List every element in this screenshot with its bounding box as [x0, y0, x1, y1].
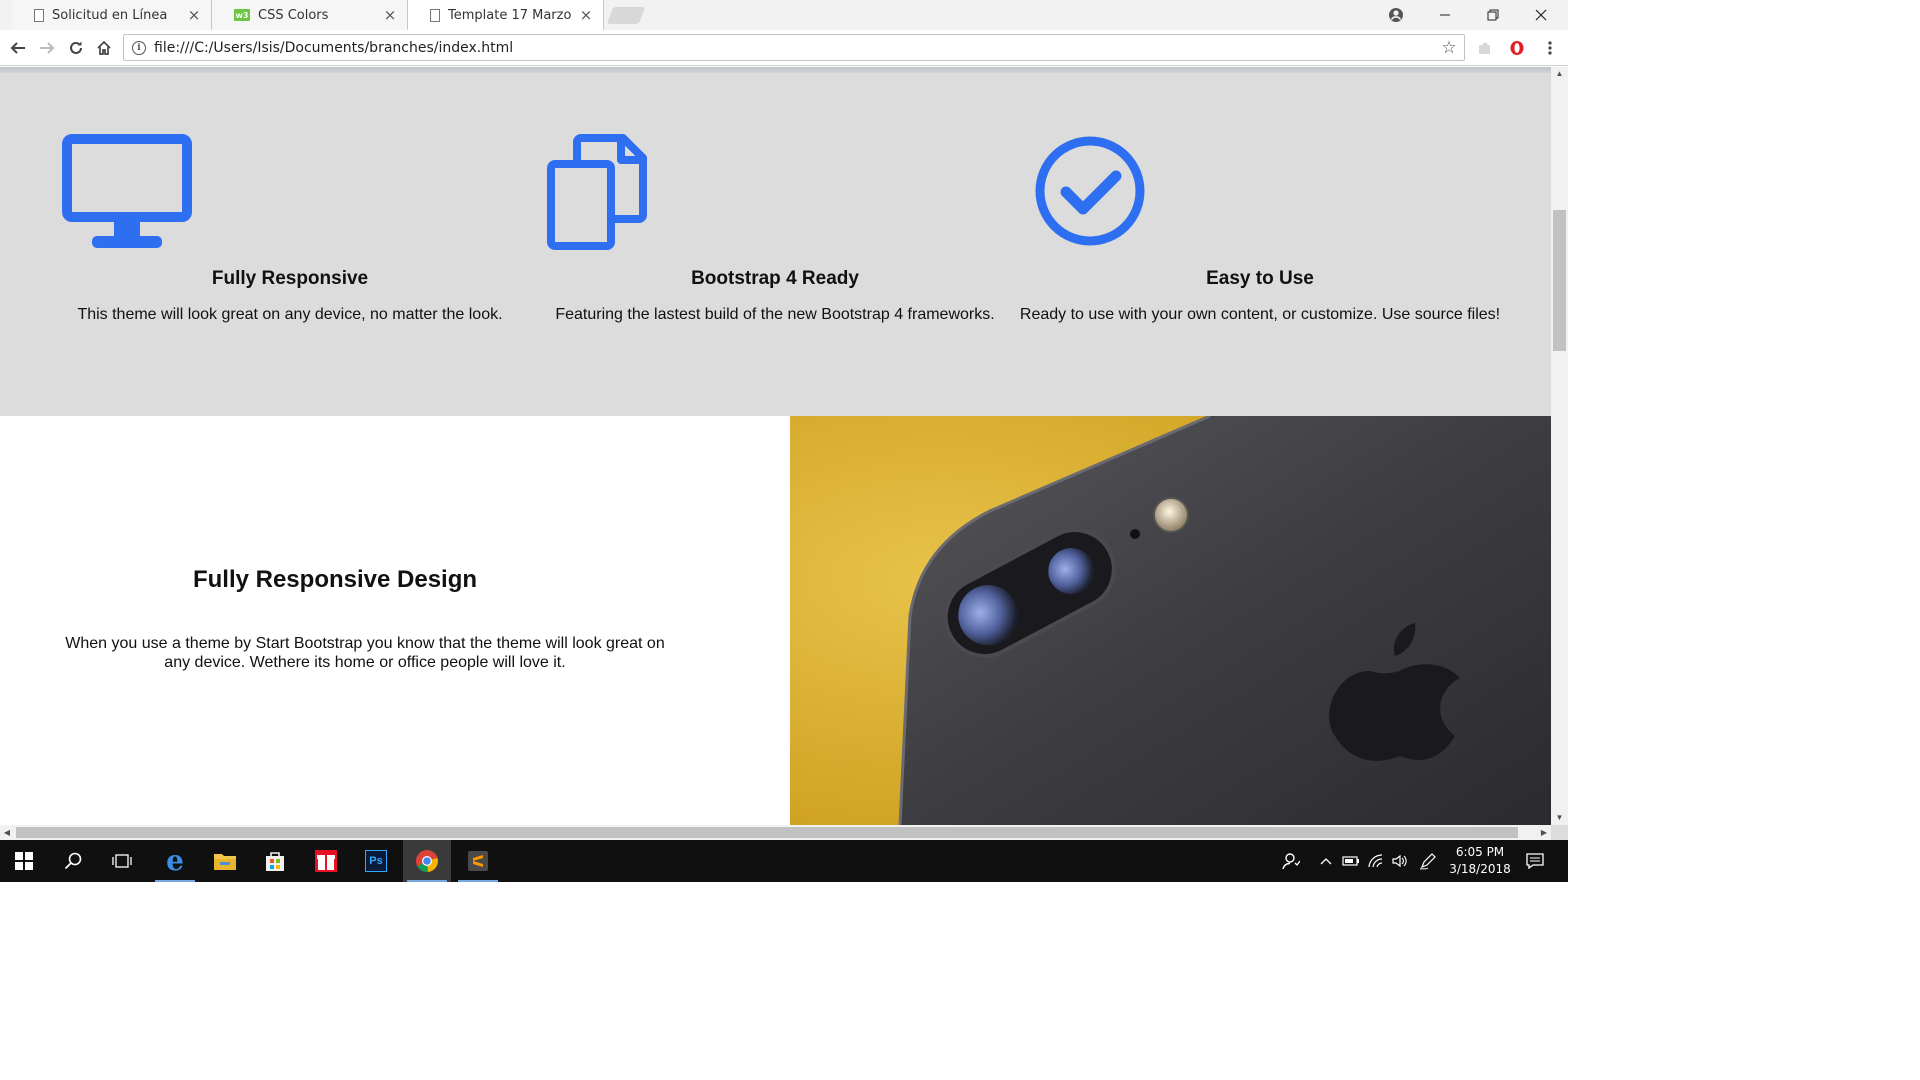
scroll-left-icon[interactable]: ◀ [0, 825, 14, 840]
site-info-icon[interactable]: i [132, 40, 146, 55]
profile-icon[interactable] [1372, 0, 1420, 30]
reload-icon[interactable] [62, 30, 90, 66]
extension-icon[interactable] [1470, 30, 1500, 66]
address-bar[interactable]: i file:///C:/Users/Isis/Documents/branch… [123, 34, 1465, 61]
desktop-icon [62, 134, 192, 248]
tab-close-icon[interactable]: × [379, 6, 401, 24]
close-icon[interactable] [1517, 0, 1565, 30]
tab-label: Solicitud en Línea [52, 7, 168, 23]
showcase-title: Fully Responsive Design [192, 566, 478, 593]
tab-close-icon[interactable]: × [183, 6, 205, 24]
home-icon[interactable] [90, 30, 118, 66]
gift-app-icon[interactable] [302, 840, 350, 882]
chrome-icon[interactable] [403, 840, 451, 882]
feature-text: Featuring the lastest build of the new B… [555, 306, 995, 323]
menu-kebab-icon[interactable] [1535, 30, 1565, 66]
vertical-scrollbar[interactable]: ▲ ▼ [1551, 67, 1568, 825]
windows-taskbar: e Ps 6:05 PM 3/18/2018 [0, 840, 1568, 882]
tab-solicitud[interactable]: Solicitud en Línea × [12, 0, 212, 30]
back-icon[interactable] [4, 30, 32, 66]
tab-label: CSS Colors [258, 7, 329, 23]
horizontal-scrollbar[interactable]: ◀ ▶ [0, 825, 1551, 840]
minimize-icon[interactable] [1421, 0, 1469, 30]
url-text[interactable]: file:///C:/Users/Isis/Documents/branches… [154, 40, 1438, 56]
document-icon [34, 8, 44, 22]
forward-icon[interactable] [33, 30, 61, 66]
tab-close-icon[interactable]: × [575, 6, 597, 24]
css-icon: w3 [234, 9, 250, 21]
showcase-section: Fully Responsive Design When you use a t… [0, 416, 1551, 825]
chevron-up-icon[interactable] [1316, 840, 1336, 882]
page-viewport: Fully Responsive This theme will look gr… [0, 67, 1551, 825]
clock-time: 6:05 PM [1455, 845, 1505, 859]
edge-icon[interactable]: e [151, 840, 199, 882]
wifi-icon[interactable] [1365, 840, 1387, 882]
scroll-right-icon[interactable]: ▶ [1537, 825, 1551, 840]
windows-start-icon[interactable] [0, 840, 48, 882]
clock-date: 3/18/2018 [1449, 862, 1511, 876]
system-clock[interactable]: 6:05 PM 3/18/2018 [1440, 840, 1520, 882]
tab-label: Template 17 Marzo [448, 7, 572, 23]
scrollbar-thumb[interactable] [16, 827, 1518, 838]
scroll-down-icon[interactable]: ▼ [1551, 811, 1568, 825]
bookmark-star-icon[interactable]: ☆ [1438, 38, 1460, 58]
task-view-icon[interactable] [98, 840, 146, 882]
feature-title: Easy to Use [1206, 268, 1314, 289]
volume-icon[interactable] [1389, 840, 1411, 882]
scrollbar-thumb[interactable] [1553, 210, 1566, 351]
tab-css-colors[interactable]: w3 CSS Colors × [212, 0, 408, 30]
photoshop-label: Ps [365, 850, 387, 872]
feature-title: Fully Responsive [211, 268, 369, 289]
people-icon[interactable] [1276, 840, 1306, 882]
feature-title: Bootstrap 4 Ready [691, 268, 859, 289]
scroll-up-icon[interactable]: ▲ [1551, 67, 1568, 81]
scrollbar-corner [1551, 825, 1568, 840]
store-icon[interactable] [251, 840, 299, 882]
restore-icon[interactable] [1469, 0, 1517, 30]
sublime-icon[interactable] [454, 840, 502, 882]
document-icon [430, 8, 440, 22]
showcase-text: When you use a theme by Start Bootstrap … [65, 635, 665, 671]
file-explorer-icon[interactable] [201, 840, 249, 882]
new-tab-button[interactable] [606, 7, 646, 24]
feature-text: This theme will look great on any device… [77, 306, 503, 323]
pen-workspace-icon[interactable] [1416, 840, 1440, 882]
copy-icon [547, 134, 647, 250]
browser-toolbar: i file:///C:/Users/Isis/Documents/branch… [0, 30, 1568, 66]
search-icon[interactable] [49, 840, 97, 882]
check-circle-icon [1035, 136, 1145, 246]
tab-template-17-marzo[interactable]: Template 17 Marzo × [408, 0, 604, 30]
photoshop-icon[interactable]: Ps [352, 840, 400, 882]
opera-icon[interactable] [1502, 30, 1532, 66]
battery-icon[interactable] [1340, 840, 1362, 882]
phone-camera-photo [790, 416, 1551, 825]
features-section: Fully Responsive This theme will look gr… [0, 73, 1551, 416]
notifications-icon[interactable] [1520, 840, 1550, 882]
feature-text: Ready to use with your own content, or c… [1019, 306, 1501, 323]
tab-strip: Solicitud en Línea × w3 CSS Colors × Tem… [0, 0, 1568, 30]
